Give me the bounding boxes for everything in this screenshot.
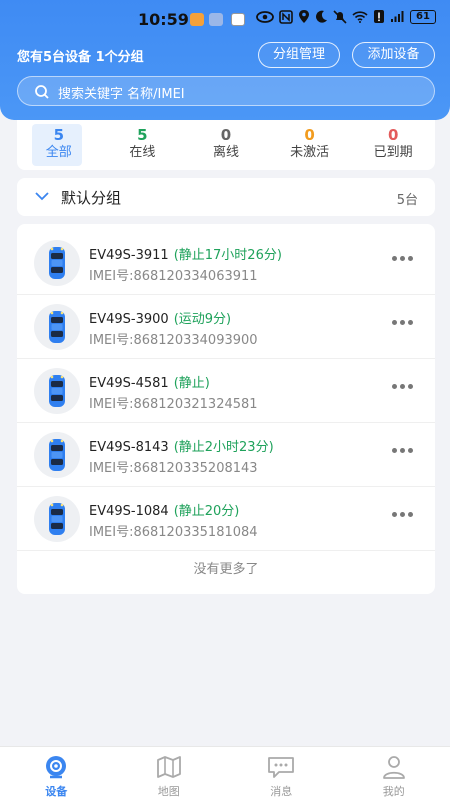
map-icon (156, 756, 181, 778)
filter-label: 已到期 (373, 145, 413, 160)
chevron-down-icon (35, 192, 49, 201)
filter-count: 0 (304, 126, 315, 144)
device-imei: IMEI号:868120335181084 (89, 525, 258, 540)
status-time: 10:59 (138, 10, 189, 29)
tab-label: 地图 (157, 785, 180, 798)
search-icon (35, 85, 49, 99)
filter-label: 全部 (45, 145, 72, 160)
device-status: (静止17小时26分) (173, 248, 282, 263)
filter-tab-online[interactable]: 5 在线 (101, 120, 185, 170)
filter-count: 0 (220, 126, 232, 144)
group-name: 默认分组 (61, 189, 122, 207)
device-status: (静止2小时23分) (173, 440, 274, 455)
filter-label: 离线 (212, 145, 239, 160)
device-imei: IMEI号:868120334063911 (89, 269, 258, 284)
device-row[interactable]: EV49S-1084 (静止20分) IMEI号:868120335181084 (17, 488, 435, 551)
device-status: (运动9分) (173, 312, 232, 327)
group-manage-button[interactable]: 分组管理 (258, 42, 340, 68)
device-summary: 您有5台设备 1个分组 (17, 50, 144, 65)
tab-device[interactable]: 设备 (0, 747, 113, 800)
filter-tab-expired[interactable]: 0 已到期 (351, 120, 435, 170)
notification-app-icon (190, 13, 204, 26)
device-name: EV49S-3900 (89, 312, 169, 327)
device-name: EV49S-8143 (89, 440, 169, 455)
more-options-icon[interactable] (392, 384, 413, 389)
device-icon (46, 756, 67, 779)
status-icons: 61 (256, 9, 436, 24)
device-list: EV49S-3911 (静止17小时26分) IMEI号:868120334063… (17, 224, 435, 594)
filter-label: 未激活 (290, 145, 330, 160)
more-options-icon[interactable] (392, 512, 413, 517)
status-filter-tabs: 5 全部 5 在线 0 离线 0 未激活 0 已到期 (17, 120, 435, 170)
add-device-button[interactable]: 添加设备 (352, 42, 435, 68)
device-imei: IMEI号:868120335208143 (89, 461, 258, 476)
list-end-text: 没有更多了 (193, 562, 259, 577)
bottom-tab-bar: 设备 地图 消息 我的 (0, 746, 450, 800)
alert-sim-icon (374, 10, 384, 23)
location-icon (299, 10, 309, 23)
filter-count: 5 (53, 126, 65, 144)
more-options-icon[interactable] (392, 448, 413, 453)
device-imei: IMEI号:868120321324581 (89, 397, 258, 412)
nfc-icon (279, 9, 293, 24)
filter-tab-all[interactable]: 5 全部 (17, 120, 101, 170)
more-options-icon[interactable] (392, 256, 413, 261)
group-device-count: 5台 (396, 193, 418, 208)
device-name: EV49S-3911 (89, 248, 169, 263)
device-name: EV49S-1084 (89, 504, 169, 519)
car-icon (34, 432, 80, 478)
car-icon (34, 304, 80, 350)
filter-tab-offline[interactable]: 0 离线 (184, 120, 268, 170)
notification-app-icon (231, 13, 245, 26)
tab-label: 消息 (270, 785, 293, 798)
moon-icon (316, 10, 327, 23)
eye-icon (256, 10, 274, 23)
tab-profile[interactable]: 我的 (338, 747, 450, 800)
device-name: EV49S-4581 (89, 376, 169, 391)
device-status: (静止20分) (173, 504, 240, 519)
message-icon (268, 757, 295, 778)
tab-messages[interactable]: 消息 (225, 747, 338, 800)
car-icon (34, 496, 80, 542)
device-status: (静止) (173, 376, 210, 391)
search-placeholder: 搜索关键字 名称/IMEI (58, 87, 185, 102)
battery-icon: 61 (410, 9, 436, 24)
filter-count: 5 (137, 126, 148, 144)
filter-tab-inactive[interactable]: 0 未激活 (268, 120, 352, 170)
notification-app-icon (209, 13, 223, 26)
filter-label: 在线 (129, 145, 156, 160)
profile-icon (382, 756, 405, 779)
header-banner: 10:59 61 您有5台设备 1个分组 分组管理 添加设备 搜索关键字 名称/… (0, 0, 450, 120)
signal-icon (391, 11, 404, 22)
device-row[interactable]: EV49S-3911 (静止17小时26分) IMEI号:868120334063… (17, 232, 435, 295)
car-icon (34, 368, 80, 414)
tab-label: 我的 (382, 785, 405, 798)
tab-map[interactable]: 地图 (113, 747, 226, 800)
device-imei: IMEI号:868120334093900 (89, 333, 258, 348)
search-input[interactable]: 搜索关键字 名称/IMEI (17, 76, 435, 106)
device-row[interactable]: EV49S-4581 (静止) IMEI号:868120321324581 (17, 360, 435, 423)
car-icon (34, 240, 80, 286)
filter-count: 0 (387, 126, 399, 144)
device-row[interactable]: EV49S-3900 (运动9分) IMEI号:868120334093900 (17, 296, 435, 359)
tab-label: 设备 (45, 785, 68, 798)
mute-icon (333, 9, 347, 24)
wifi-icon (352, 11, 368, 23)
device-row[interactable]: EV49S-8143 (静止2小时23分) IMEI号:8681203352081… (17, 424, 435, 487)
more-options-icon[interactable] (392, 320, 413, 325)
group-header[interactable]: 默认分组 5台 (17, 178, 435, 216)
status-bar: 10:59 61 (0, 0, 450, 40)
